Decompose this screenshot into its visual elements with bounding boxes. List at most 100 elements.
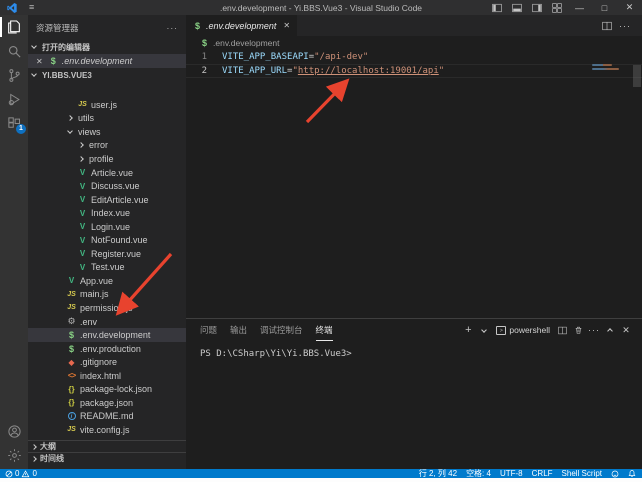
tree-file-user.js[interactable]: JS user.js (28, 98, 186, 112)
minimap[interactable] (592, 64, 630, 72)
tab-env-development[interactable]: $ .env.development ✕ (186, 15, 297, 36)
vue-icon: V (77, 195, 88, 204)
indentation[interactable]: 空格: 4 (466, 468, 491, 479)
tree-file-permission.js[interactable]: JS permission.js (28, 301, 186, 315)
tree-folder-views[interactable]: views (28, 125, 186, 139)
tree-file-NotFound.vue[interactable]: V NotFound.vue (28, 233, 186, 247)
vue-icon: V (66, 276, 77, 285)
tab-label: .env.development (206, 21, 276, 31)
tree-file-README.md[interactable]: i README.md (28, 410, 186, 424)
tree-folder-error[interactable]: error (28, 139, 186, 153)
breadcrumb[interactable]: $ .env.development (186, 36, 642, 50)
tab-close-icon[interactable]: ✕ (283, 21, 290, 30)
problems-status[interactable]: 0 0 (5, 469, 37, 478)
tree-file-.env.development[interactable]: $ .env.development (28, 328, 186, 342)
notifications-bell-icon[interactable] (628, 469, 636, 478)
explorer-sidebar: 资源管理器 ··· 打开的编辑器 ✕ $ .env.development YI… (28, 15, 186, 469)
tree-file-App.vue[interactable]: V App.vue (28, 274, 186, 288)
panel-more-icon[interactable]: ··· (586, 322, 602, 338)
tab-bar: $ .env.development ✕ ··· (186, 15, 642, 36)
menu-hamburger-icon[interactable]: ≡ (29, 3, 34, 12)
tab-terminal[interactable]: 终端 (316, 319, 333, 341)
info-icon: i (66, 412, 77, 420)
vue-icon: V (77, 236, 88, 245)
tree-file-main.js[interactable]: JS main.js (28, 288, 186, 302)
minimize-button[interactable]: — (567, 0, 592, 15)
chevron-right-icon (31, 444, 37, 450)
tree-file-index.html[interactable]: <> index.html (28, 369, 186, 383)
outline-section[interactable]: 大纲 (28, 440, 186, 452)
toggle-sidebar-icon[interactable] (487, 0, 507, 15)
code-line-2-current: 2 VITE_APP_URL="http://localhost:19001/a… (186, 64, 642, 78)
tree-folder-utils[interactable]: utils (28, 112, 186, 126)
editor-scrollbar[interactable] (633, 65, 641, 87)
chevron-right-icon (67, 115, 73, 121)
tree-file-package-lock.json[interactable]: {} package-lock.json (28, 382, 186, 396)
close-icon[interactable]: ✕ (36, 57, 43, 66)
tree-file-EditArticle.vue[interactable]: V EditArticle.vue (28, 193, 186, 207)
toggle-panel-icon[interactable] (507, 0, 527, 15)
eol-sequence[interactable]: CRLF (532, 469, 553, 478)
tree-file-.env[interactable]: ⚙ .env (28, 315, 186, 329)
tree-file-.env.production[interactable]: $ .env.production (28, 342, 186, 356)
terminal-output[interactable]: PS D:\CSharp\Yi\Yi.BBS.Vue3> (186, 341, 642, 359)
customize-layout-icon[interactable] (547, 0, 567, 15)
vue-icon: V (77, 249, 88, 258)
warning-count: 0 (32, 469, 36, 478)
code-line-1: 1 VITE_APP_BASEAPI="/api-dev" (186, 50, 642, 64)
open-editor-item[interactable]: ✕ $ .env.development (28, 54, 186, 68)
feedback-smiley-icon[interactable] (611, 470, 619, 478)
editor-more-icon[interactable]: ··· (616, 18, 634, 33)
settings-gear-icon[interactable] (0, 443, 28, 467)
tree-file-vite.config.js[interactable]: JS vite.config.js (28, 423, 186, 437)
account-icon[interactable] (0, 419, 28, 443)
terminal-dropdown-icon[interactable] (476, 322, 492, 338)
tab-debug-console[interactable]: 调试控制台 (260, 319, 303, 341)
activity-bar: 1 (0, 15, 28, 469)
terminal-shell-picker[interactable]: > powershell (496, 325, 550, 335)
split-editor-icon[interactable] (598, 18, 616, 33)
search-icon[interactable] (0, 39, 28, 63)
vue-icon: V (77, 263, 88, 272)
source-control-icon[interactable] (0, 63, 28, 87)
close-panel-icon[interactable]: ✕ (618, 322, 634, 338)
toggle-secondary-sidebar-icon[interactable] (527, 0, 547, 15)
explorer-icon[interactable] (0, 15, 28, 39)
js-icon: JS (66, 304, 77, 311)
maximize-panel-icon[interactable] (602, 322, 618, 338)
vue-icon: V (77, 222, 88, 231)
tree-file-Discuss.vue[interactable]: V Discuss.vue (28, 179, 186, 193)
language-mode[interactable]: Shell Script (562, 469, 602, 478)
url-link[interactable]: http://localhost:19001/api (298, 66, 439, 76)
tab-output[interactable]: 输出 (230, 319, 247, 341)
tree-file-Article.vue[interactable]: V Article.vue (28, 166, 186, 180)
run-debug-icon[interactable] (0, 87, 28, 111)
sidebar-more-icon[interactable]: ··· (167, 23, 179, 33)
tree-file-Login.vue[interactable]: V Login.vue (28, 220, 186, 234)
extensions-icon[interactable]: 1 (0, 111, 28, 135)
cursor-position[interactable]: 行 2, 列 42 (419, 468, 457, 479)
json-icon: {} (66, 398, 77, 407)
kill-terminal-trash-icon[interactable] (570, 322, 586, 338)
encoding[interactable]: UTF-8 (500, 469, 523, 478)
open-editors-section[interactable]: 打开的编辑器 (28, 40, 186, 54)
tree-file-Test.vue[interactable]: V Test.vue (28, 261, 186, 275)
tree-file-package.json[interactable]: {} package.json (28, 396, 186, 410)
tree-file-Index.vue[interactable]: V Index.vue (28, 206, 186, 220)
chevron-right-icon (31, 456, 37, 462)
editor-group: $ .env.development ✕ ··· $ .env.developm… (186, 15, 642, 469)
code-editor[interactable]: 1 VITE_APP_BASEAPI="/api-dev" 2 VITE_APP… (186, 50, 642, 318)
tree-folder-profile[interactable]: profile (28, 152, 186, 166)
tree-file-Register.vue[interactable]: V Register.vue (28, 247, 186, 261)
terminal-icon: > (496, 326, 506, 335)
project-root-section[interactable]: YI.BBS.VUE3 (28, 68, 186, 82)
close-button[interactable]: ✕ (617, 0, 642, 15)
tree-file-.gitignore[interactable]: ◆ .gitignore (28, 355, 186, 369)
split-terminal-icon[interactable] (554, 322, 570, 338)
maximize-button[interactable]: □ (592, 0, 617, 15)
tab-problems[interactable]: 问题 (200, 319, 217, 341)
gear-icon: ⚙ (66, 316, 77, 327)
timeline-section[interactable]: 时间线 (28, 452, 186, 464)
new-terminal-icon[interactable]: + (460, 322, 476, 338)
status-bar: 0 0 行 2, 列 42 空格: 4 UTF-8 CRLF Shell Scr… (0, 469, 642, 478)
